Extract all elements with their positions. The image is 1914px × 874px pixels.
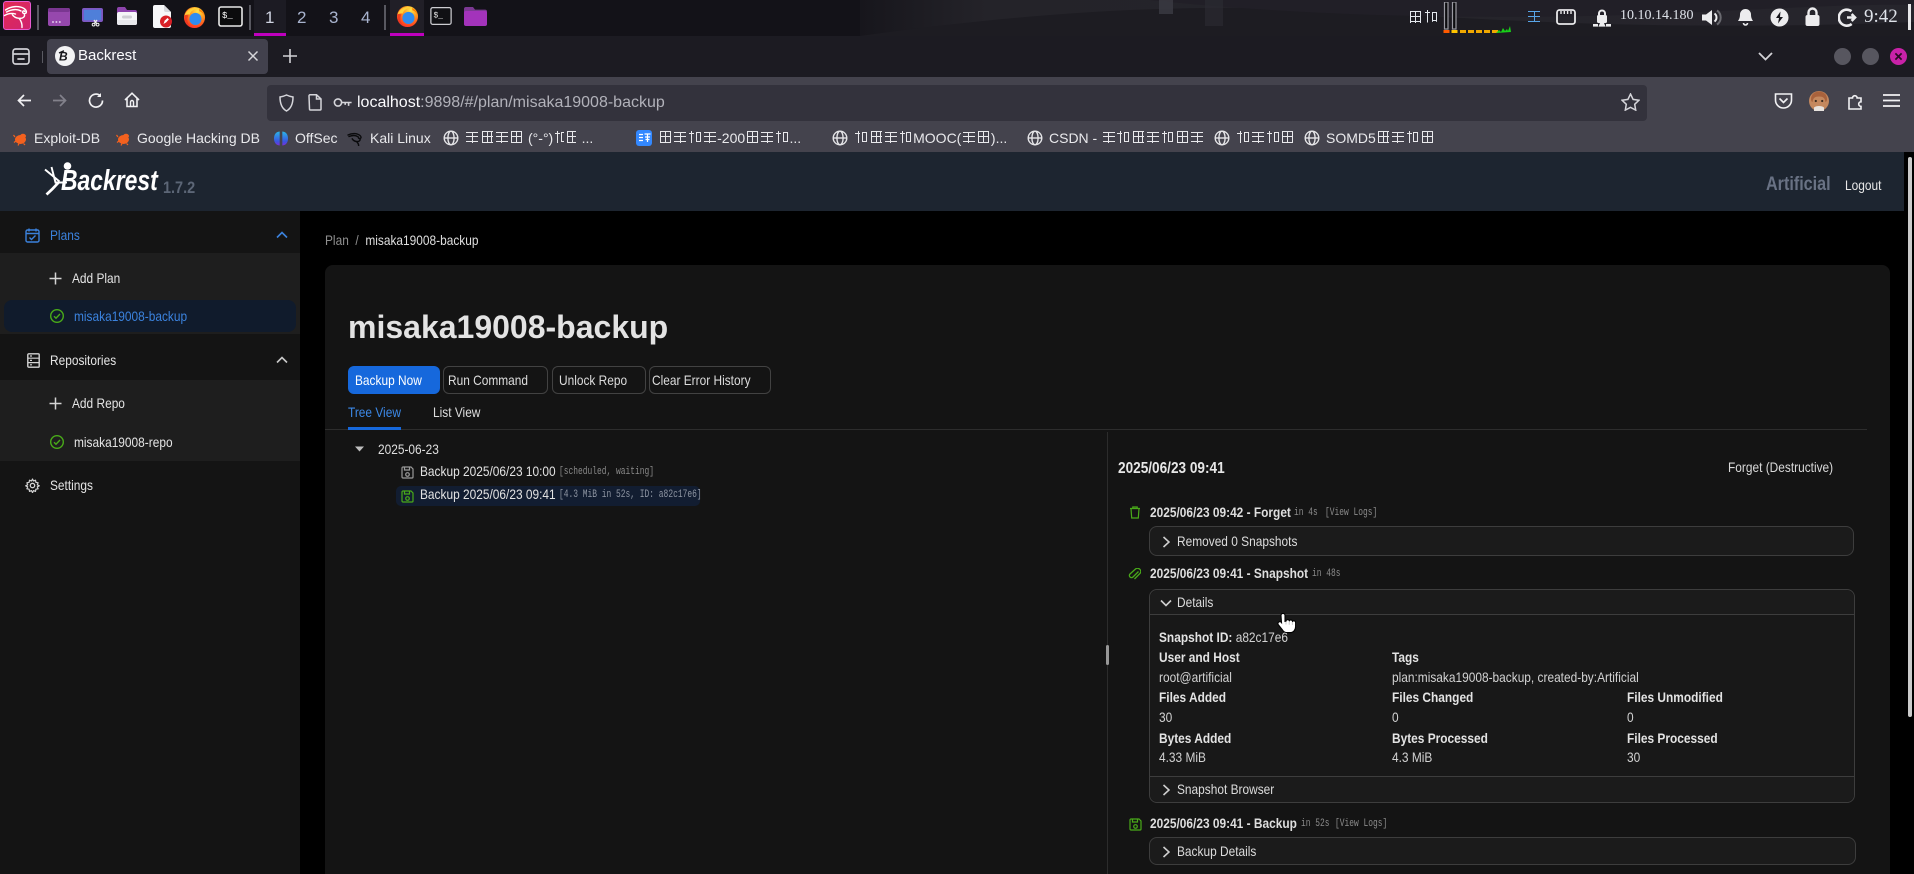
svg-text:$_: $_ bbox=[434, 11, 444, 20]
svg-text:$_: $_ bbox=[222, 11, 233, 21]
